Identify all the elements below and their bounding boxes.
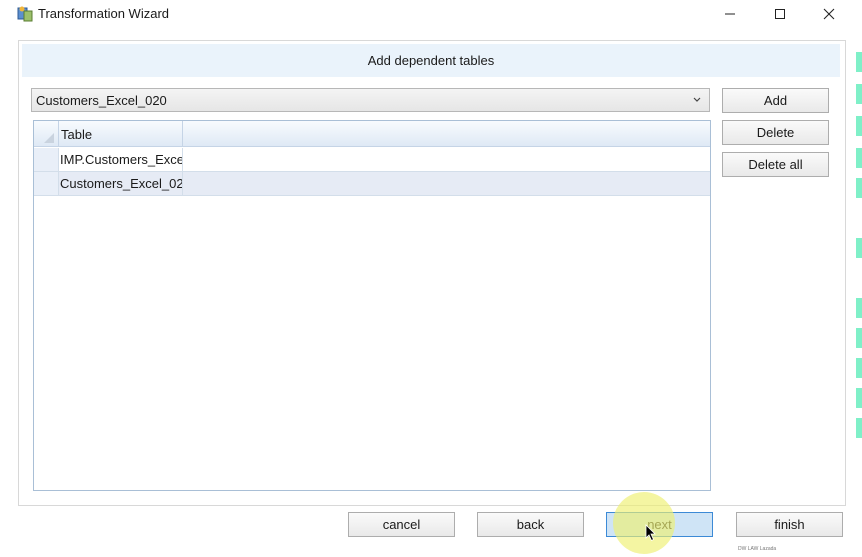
background-chip (855, 52, 862, 72)
background-chip (855, 358, 862, 378)
finish-button[interactable]: finish (736, 512, 843, 537)
wizard-window: Transformation Wizard Add dependent tabl… (0, 0, 856, 550)
cancel-button[interactable]: cancel (348, 512, 455, 537)
close-button[interactable] (806, 0, 852, 28)
table-row[interactable]: IMP.Customers_Excel (34, 148, 710, 172)
window-title: Transformation Wizard (38, 6, 169, 21)
background-chip (855, 148, 862, 168)
grid-header: Table (34, 121, 710, 147)
table-cell[interactable]: IMP.Customers_Excel (59, 148, 183, 171)
background-chip (855, 178, 862, 198)
maximize-button[interactable] (757, 0, 803, 28)
table-select-value: Customers_Excel_020 (36, 92, 167, 108)
row-header[interactable] (34, 172, 59, 195)
cursor-highlight (613, 492, 675, 554)
close-icon (823, 8, 835, 20)
background-chip (855, 298, 862, 318)
mouse-cursor-icon (645, 524, 656, 542)
background-chip (855, 116, 862, 136)
background-chip (855, 84, 862, 104)
add-button[interactable]: Add (722, 88, 829, 113)
select-all-triangle-icon (44, 133, 54, 143)
background-chip (855, 418, 862, 438)
maximize-icon (775, 9, 785, 19)
background-footer-text: DW LAW Lazada (738, 546, 777, 552)
app-icon (17, 6, 33, 22)
column-header-table[interactable]: Table (59, 121, 183, 147)
back-button[interactable]: back (477, 512, 584, 537)
delete-all-button[interactable]: Delete all (722, 152, 829, 177)
grid-corner[interactable] (34, 121, 59, 147)
dependent-tables-grid[interactable]: Table IMP.Customers_Excel Customers_Exce… (33, 120, 711, 491)
background-chip (855, 388, 862, 408)
background-chip (855, 238, 862, 258)
table-select-dropdown[interactable]: Customers_Excel_020 (31, 88, 710, 112)
delete-button[interactable]: Delete (722, 120, 829, 145)
row-header[interactable] (34, 148, 59, 171)
minimize-icon (725, 13, 735, 15)
step-header: Add dependent tables (22, 44, 840, 77)
background-chip (855, 328, 862, 348)
minimize-button[interactable] (707, 0, 753, 28)
table-row[interactable]: Customers_Excel_020 (34, 172, 710, 196)
chevron-down-icon (693, 97, 701, 102)
table-cell[interactable]: Customers_Excel_020 (59, 172, 183, 195)
background-app-strip (855, 28, 862, 468)
title-bar: Transformation Wizard (0, 0, 856, 28)
